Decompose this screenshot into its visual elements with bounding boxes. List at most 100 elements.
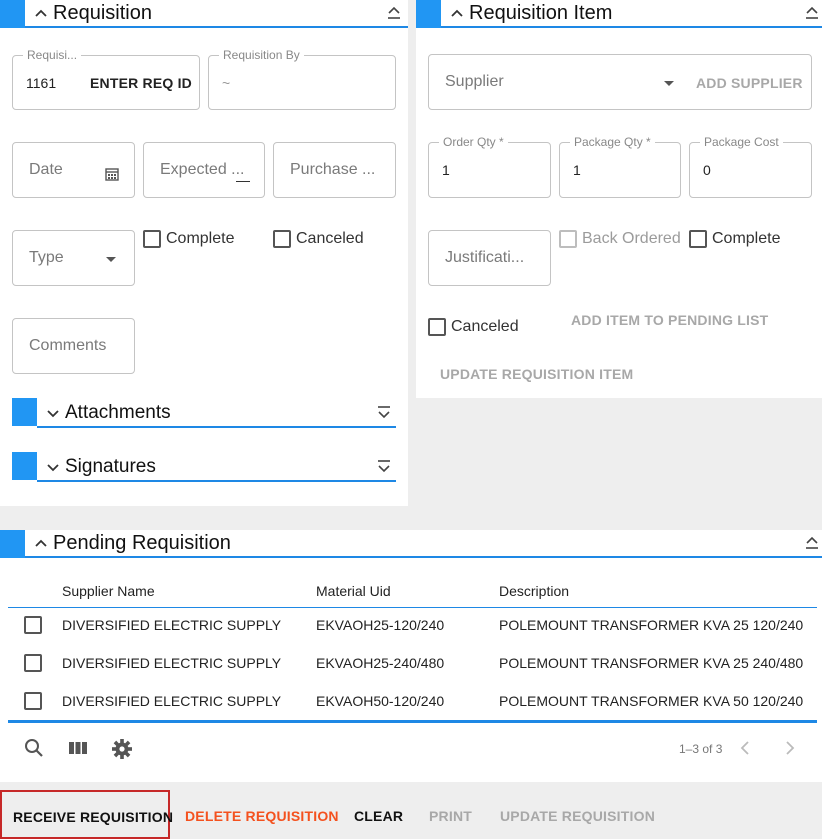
pending-header: Pending Requisition <box>0 530 822 558</box>
attachments-header[interactable]: Attachments <box>12 398 396 428</box>
row-checkbox[interactable] <box>24 654 42 672</box>
type-select[interactable]: Type <box>12 230 135 286</box>
print-button[interactable]: PRINT <box>429 808 472 824</box>
checkbox-box[interactable] <box>689 230 707 248</box>
action-bar: RECEIVE REQUISITION DELETE REQUISITION C… <box>0 782 822 839</box>
pagination-text: 1–3 of 3 <box>679 742 723 756</box>
gear-icon[interactable] <box>111 738 133 765</box>
supplier-cell: DIVERSIFIED ELECTRIC SUPPLY <box>62 655 282 671</box>
clear-button[interactable]: CLEAR <box>354 808 403 824</box>
chevron-right-icon[interactable] <box>784 741 796 760</box>
requisition-id-legend: Requisi... <box>23 48 82 62</box>
package-qty-value: 1 <box>573 162 581 178</box>
delete-requisition-button[interactable]: DELETE REQUISITION <box>185 808 339 824</box>
package-cost-field[interactable]: Package Cost 0 <box>689 135 812 198</box>
table-scrollbar[interactable] <box>8 720 817 723</box>
complete-checkbox[interactable]: Complete <box>143 230 234 248</box>
section-title: Pending Requisition <box>53 532 231 554</box>
complete-label: Complete <box>712 230 781 247</box>
collapse-icon[interactable] <box>804 4 820 22</box>
comments-placeholder: Comments <box>29 337 107 354</box>
checkbox-box[interactable] <box>428 318 446 336</box>
canceled-label: Canceled <box>451 318 519 335</box>
material-uid-cell: EKVAOH25-240/480 <box>316 655 445 671</box>
collapse-icon[interactable] <box>804 534 820 552</box>
canceled-checkbox[interactable]: Canceled <box>273 230 364 248</box>
package-qty-field[interactable]: Package Qty * 1 <box>559 135 681 198</box>
description-cell: POLEMOUNT TRANSFORMER KVA 25 120/240 <box>499 617 804 633</box>
purchase-placeholder: Purchase ... <box>290 161 376 178</box>
description-cell: POLEMOUNT TRANSFORMER KVA 25 240/480 <box>499 655 804 671</box>
requisition-by-legend: Requisition By <box>219 48 304 62</box>
table-header: Supplier Name Material Uid Description <box>8 574 817 608</box>
signatures-title: Signatures <box>65 456 156 477</box>
search-icon[interactable] <box>24 738 44 763</box>
signatures-header[interactable]: Signatures <box>12 452 396 482</box>
enter-req-id-button[interactable]: ENTER REQ ID <box>90 75 192 91</box>
justification-field[interactable]: Justificati... <box>428 230 551 286</box>
chevron-down-icon <box>106 257 116 262</box>
pending-requisition-panel: Pending Requisition Supplier Name Materi… <box>0 530 822 782</box>
calendar-icon[interactable] <box>105 167 119 186</box>
table-footer: 1–3 of 3 <box>0 726 822 772</box>
complete-label: Complete <box>166 230 235 247</box>
expand-icon[interactable] <box>376 459 392 480</box>
canceled-label: Canceled <box>296 230 364 247</box>
checkbox-box[interactable] <box>143 230 161 248</box>
collapse-icon[interactable] <box>386 4 402 22</box>
add-item-to-pending-button[interactable]: ADD ITEM TO PENDING LIST <box>571 312 768 328</box>
section-marker <box>12 452 37 480</box>
back-ordered-checkbox[interactable]: Back Ordered <box>559 230 681 248</box>
chevron-down-icon[interactable] <box>46 460 60 479</box>
add-supplier-button[interactable]: ADD SUPPLIER <box>696 75 803 91</box>
column-header-material-uid[interactable]: Material Uid <box>316 583 391 599</box>
column-header-supplier[interactable]: Supplier Name <box>62 583 155 599</box>
chevron-down-icon <box>664 81 674 86</box>
chevron-down-icon[interactable] <box>46 406 60 425</box>
checkbox-box[interactable] <box>273 230 291 248</box>
expected-date-field[interactable]: Expected ... <box>143 142 265 198</box>
row-checkbox[interactable] <box>24 616 42 634</box>
chevron-up-icon[interactable] <box>34 7 48 24</box>
chevron-up-icon[interactable] <box>34 537 48 554</box>
chevron-left-icon[interactable] <box>739 741 751 760</box>
package-cost-legend: Package Cost <box>700 135 783 149</box>
expected-placeholder: Expected ... <box>160 161 245 178</box>
date-field[interactable]: Date <box>12 142 135 198</box>
description-cell: POLEMOUNT TRANSFORMER KVA 50 120/240 <box>499 693 804 709</box>
supplier-cell: DIVERSIFIED ELECTRIC SUPPLY <box>62 617 282 633</box>
update-requisition-item-button[interactable]: UPDATE REQUISITION ITEM <box>440 366 633 382</box>
table-row[interactable]: DIVERSIFIED ELECTRIC SUPPLY EKVAOH25-120… <box>8 606 817 644</box>
requisition-by-field[interactable]: Requisition By ~ <box>208 48 396 110</box>
attachments-title: Attachments <box>65 402 171 423</box>
requisition-id-field[interactable]: Requisi... 1161 ENTER REQ ID <box>12 48 200 110</box>
item-complete-checkbox[interactable]: Complete <box>689 230 780 248</box>
receive-requisition-button[interactable]: RECEIVE REQUISITION <box>0 790 173 839</box>
supplier-cell: DIVERSIFIED ELECTRIC SUPPLY <box>62 693 282 709</box>
package-qty-legend: Package Qty * <box>570 135 655 149</box>
requisition-header: Requisition <box>0 0 408 28</box>
section-title: Requisition <box>53 2 152 24</box>
row-checkbox[interactable] <box>24 692 42 710</box>
supplier-select[interactable]: Supplier ADD SUPPLIER <box>428 54 812 110</box>
update-requisition-button[interactable]: UPDATE REQUISITION <box>500 808 655 824</box>
requisition-item-panel: Requisition Item Supplier ADD SUPPLIER O… <box>416 0 822 398</box>
date-placeholder: Date <box>29 161 63 178</box>
comments-field[interactable]: Comments <box>12 318 135 374</box>
table-row[interactable]: DIVERSIFIED ELECTRIC SUPPLY EKVAOH50-120… <box>8 682 817 720</box>
section-marker <box>0 0 25 28</box>
checkbox-box[interactable] <box>559 230 577 248</box>
table-row[interactable]: DIVERSIFIED ELECTRIC SUPPLY EKVAOH25-240… <box>8 644 817 682</box>
chevron-up-icon[interactable] <box>450 7 464 24</box>
section-marker <box>416 0 441 28</box>
expand-icon[interactable] <box>376 405 392 426</box>
order-qty-legend: Order Qty * <box>439 135 508 149</box>
column-header-description[interactable]: Description <box>499 583 569 599</box>
justification-placeholder: Justificati... <box>445 249 525 266</box>
supplier-placeholder: Supplier <box>445 73 504 90</box>
columns-icon[interactable] <box>68 740 88 761</box>
order-qty-field[interactable]: Order Qty * 1 <box>428 135 551 198</box>
requisition-panel: Requisition Requisi... 1161 ENTER REQ ID… <box>0 0 408 506</box>
purchase-field[interactable]: Purchase ... <box>273 142 396 198</box>
item-canceled-checkbox[interactable]: Canceled <box>428 318 519 336</box>
